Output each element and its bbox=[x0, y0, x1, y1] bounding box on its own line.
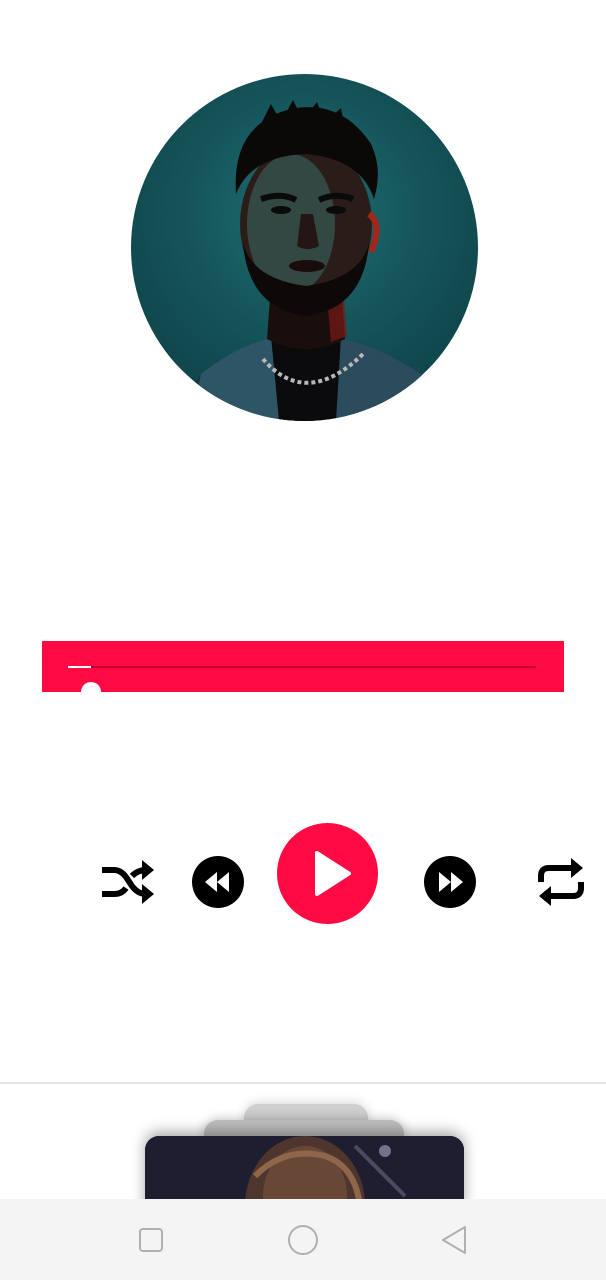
artist-photo bbox=[171, 100, 451, 421]
shuffle-icon bbox=[102, 860, 154, 904]
seek-track bbox=[68, 666, 536, 702]
triangle-back-icon bbox=[442, 1226, 466, 1254]
seek-bar[interactable] bbox=[42, 641, 564, 702]
seek-progress-fill bbox=[68, 666, 92, 668]
circle-home-icon bbox=[288, 1225, 318, 1255]
album-art bbox=[131, 74, 478, 421]
fast-forward-button[interactable] bbox=[424, 856, 476, 908]
seek-thumb[interactable] bbox=[81, 682, 102, 702]
shuffle-button[interactable] bbox=[100, 858, 154, 906]
recents-button[interactable] bbox=[134, 1223, 168, 1257]
back-button[interactable] bbox=[437, 1223, 471, 1257]
home-button[interactable] bbox=[286, 1223, 320, 1257]
square-recents-icon bbox=[139, 1228, 163, 1252]
play-icon bbox=[315, 851, 351, 896]
concert-photo bbox=[145, 1136, 464, 1202]
rewind-button[interactable] bbox=[192, 856, 244, 908]
queue-sheet[interactable] bbox=[0, 1082, 606, 1202]
play-button[interactable] bbox=[277, 823, 378, 924]
repeat-button[interactable] bbox=[533, 856, 589, 908]
repeat-icon bbox=[538, 858, 584, 906]
queue-card-current[interactable] bbox=[145, 1136, 464, 1202]
system-nav-bar bbox=[0, 1199, 606, 1280]
rewind-icon bbox=[192, 856, 244, 908]
fast-forward-icon bbox=[424, 856, 476, 908]
